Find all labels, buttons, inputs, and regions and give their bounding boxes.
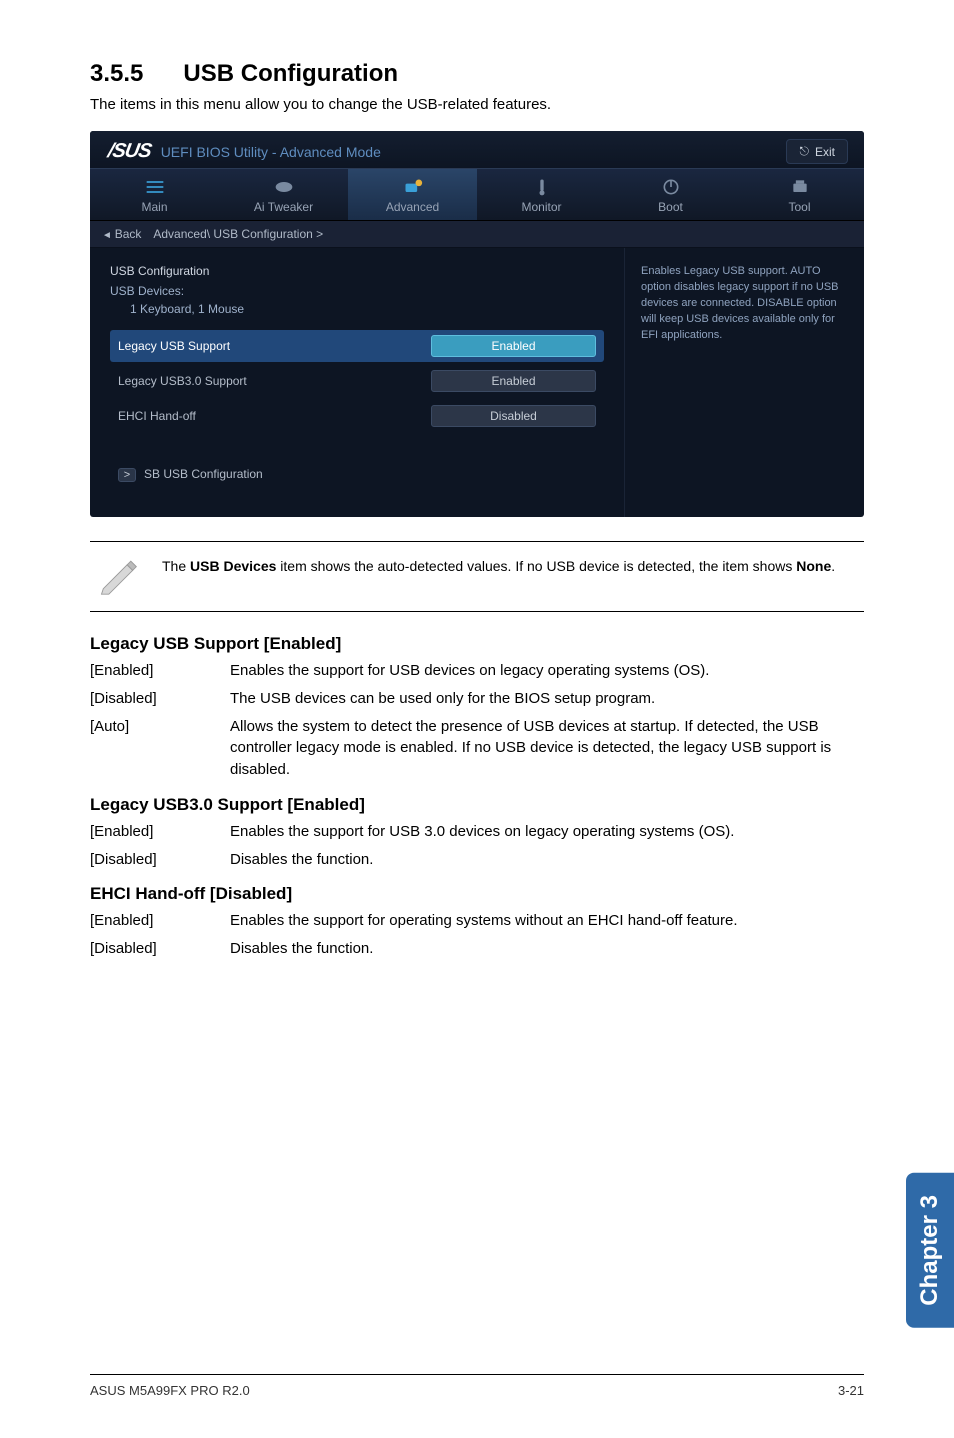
config-title: USB Configuration xyxy=(110,264,604,278)
bios-body: USB Configuration USB Devices: 1 Keyboar… xyxy=(90,248,864,517)
footer-right: 3-21 xyxy=(838,1383,864,1398)
tab-ai-tweaker[interactable]: Ai Tweaker xyxy=(219,169,348,220)
tab-tool[interactable]: Tool xyxy=(735,169,864,220)
option-value: The USB devices can be used only for the… xyxy=(230,688,864,710)
breadcrumb: Back Advanced\ USB Configuration > xyxy=(90,221,864,248)
tab-boot-label: Boot xyxy=(606,200,735,214)
tab-tweaker-label: Ai Tweaker xyxy=(219,200,348,214)
advanced-icon xyxy=(348,177,477,197)
heading-legacy-usb: Legacy USB Support [Enabled] xyxy=(90,634,864,654)
row-legacy-usb[interactable]: Legacy USB Support Enabled xyxy=(110,330,604,362)
list-item: [Disabled] Disables the function. xyxy=(90,849,864,871)
option-key: [Disabled] xyxy=(90,688,230,710)
option-key: [Enabled] xyxy=(90,910,230,932)
list-item: [Enabled] Enables the support for USB de… xyxy=(90,660,864,682)
heading-ehci: EHCI Hand-off [Disabled] xyxy=(90,884,864,904)
note-suffix: . xyxy=(831,558,835,574)
tab-main-label: Main xyxy=(90,200,219,214)
tab-advanced-label: Advanced xyxy=(348,200,477,214)
breadcrumb-path: Advanced\ USB Configuration > xyxy=(153,227,323,241)
note-prefix: The xyxy=(162,558,190,574)
bios-header: /SUS UEFI BIOS Utility - Advanced Mode ⎋… xyxy=(90,131,864,168)
heading-legacy-usb3: Legacy USB3.0 Support [Enabled] xyxy=(90,795,864,815)
bios-help-panel: Enables Legacy USB support. AUTO option … xyxy=(624,248,864,517)
row-legacy-usb-label: Legacy USB Support xyxy=(118,339,431,353)
help-text: Enables Legacy USB support. AUTO option … xyxy=(641,265,839,341)
bios-screenshot: /SUS UEFI BIOS Utility - Advanced Mode ⎋… xyxy=(90,131,864,517)
tab-monitor[interactable]: Monitor xyxy=(477,169,606,220)
section-heading: 3.5.5 USB Configuration xyxy=(90,60,864,88)
bios-main-panel: USB Configuration USB Devices: 1 Keyboar… xyxy=(90,248,624,517)
section-title-text: USB Configuration xyxy=(183,60,398,87)
bios-logo-area: /SUS UEFI BIOS Utility - Advanced Mode xyxy=(108,140,381,163)
tweaker-icon xyxy=(219,177,348,197)
row-legacy-usb3-label: Legacy USB3.0 Support xyxy=(118,374,431,388)
option-value: Disables the function. xyxy=(230,849,864,871)
note-bold2: None xyxy=(796,558,831,574)
usb-devices-label: USB Devices: xyxy=(110,284,604,298)
list-item: [Enabled] Enables the support for USB 3.… xyxy=(90,821,864,843)
bios-tabs: Main Ai Tweaker Advanced Monitor xyxy=(90,168,864,221)
tab-advanced[interactable]: Advanced xyxy=(348,169,477,220)
row-ehci-label: EHCI Hand-off xyxy=(118,409,431,423)
row-legacy-usb-value[interactable]: Enabled xyxy=(431,335,596,357)
intro-paragraph: The items in this menu allow you to chan… xyxy=(90,96,864,113)
row-sb-usb-config[interactable]: > SB USB Configuration xyxy=(110,462,604,487)
option-value: Disables the function. xyxy=(230,938,864,960)
asus-logo: /SUS xyxy=(106,140,153,163)
section-number: 3.5.5 xyxy=(90,60,143,87)
pencil-icon xyxy=(96,552,140,601)
option-key: [Enabled] xyxy=(90,821,230,843)
list-item: [Enabled] Enables the support for operat… xyxy=(90,910,864,932)
list-item: [Disabled] The USB devices can be used o… xyxy=(90,688,864,710)
row-ehci-value[interactable]: Disabled xyxy=(431,405,596,427)
list-item: [Disabled] Disables the function. xyxy=(90,938,864,960)
tab-boot[interactable]: Boot xyxy=(606,169,735,220)
tab-monitor-label: Monitor xyxy=(477,200,606,214)
option-value: Allows the system to detect the presence… xyxy=(230,716,864,781)
row-legacy-usb3[interactable]: Legacy USB3.0 Support Enabled xyxy=(110,365,604,397)
tab-main[interactable]: Main xyxy=(90,169,219,220)
row-legacy-usb3-value[interactable]: Enabled xyxy=(431,370,596,392)
tool-icon xyxy=(735,177,864,197)
note-text: The USB Devices item shows the auto-dete… xyxy=(162,552,835,576)
option-value: Enables the support for operating system… xyxy=(230,910,864,932)
option-key: [Auto] xyxy=(90,716,230,781)
chapter-side-tab: Chapter 3 xyxy=(906,1173,954,1328)
exit-label: Exit xyxy=(815,145,835,159)
back-button[interactable]: Back xyxy=(102,227,141,241)
monitor-icon xyxy=(477,177,606,197)
chevron-right-icon: > xyxy=(118,468,136,482)
usb-devices-value: 1 Keyboard, 1 Mouse xyxy=(130,302,604,316)
boot-icon xyxy=(606,177,735,197)
row-ehci[interactable]: EHCI Hand-off Disabled xyxy=(110,400,604,432)
page-footer: ASUS M5A99FX PRO R2.0 3-21 xyxy=(90,1374,864,1398)
main-icon xyxy=(90,177,219,197)
sb-usb-label: SB USB Configuration xyxy=(144,467,263,481)
note-callout: The USB Devices item shows the auto-dete… xyxy=(90,541,864,612)
option-key: [Disabled] xyxy=(90,849,230,871)
option-key: [Disabled] xyxy=(90,938,230,960)
note-bold1: USB Devices xyxy=(190,558,276,574)
tab-tool-label: Tool xyxy=(735,200,864,214)
option-key: [Enabled] xyxy=(90,660,230,682)
exit-icon: ⎋ xyxy=(799,144,809,159)
note-mid: item shows the auto-detected values. If … xyxy=(276,558,796,574)
option-value: Enables the support for USB 3.0 devices … xyxy=(230,821,864,843)
bios-mode-title: UEFI BIOS Utility - Advanced Mode xyxy=(161,144,381,160)
option-value: Enables the support for USB devices on l… xyxy=(230,660,864,682)
footer-left: ASUS M5A99FX PRO R2.0 xyxy=(90,1383,250,1398)
exit-button[interactable]: ⎋ Exit xyxy=(786,139,848,164)
list-item: [Auto] Allows the system to detect the p… xyxy=(90,716,864,781)
